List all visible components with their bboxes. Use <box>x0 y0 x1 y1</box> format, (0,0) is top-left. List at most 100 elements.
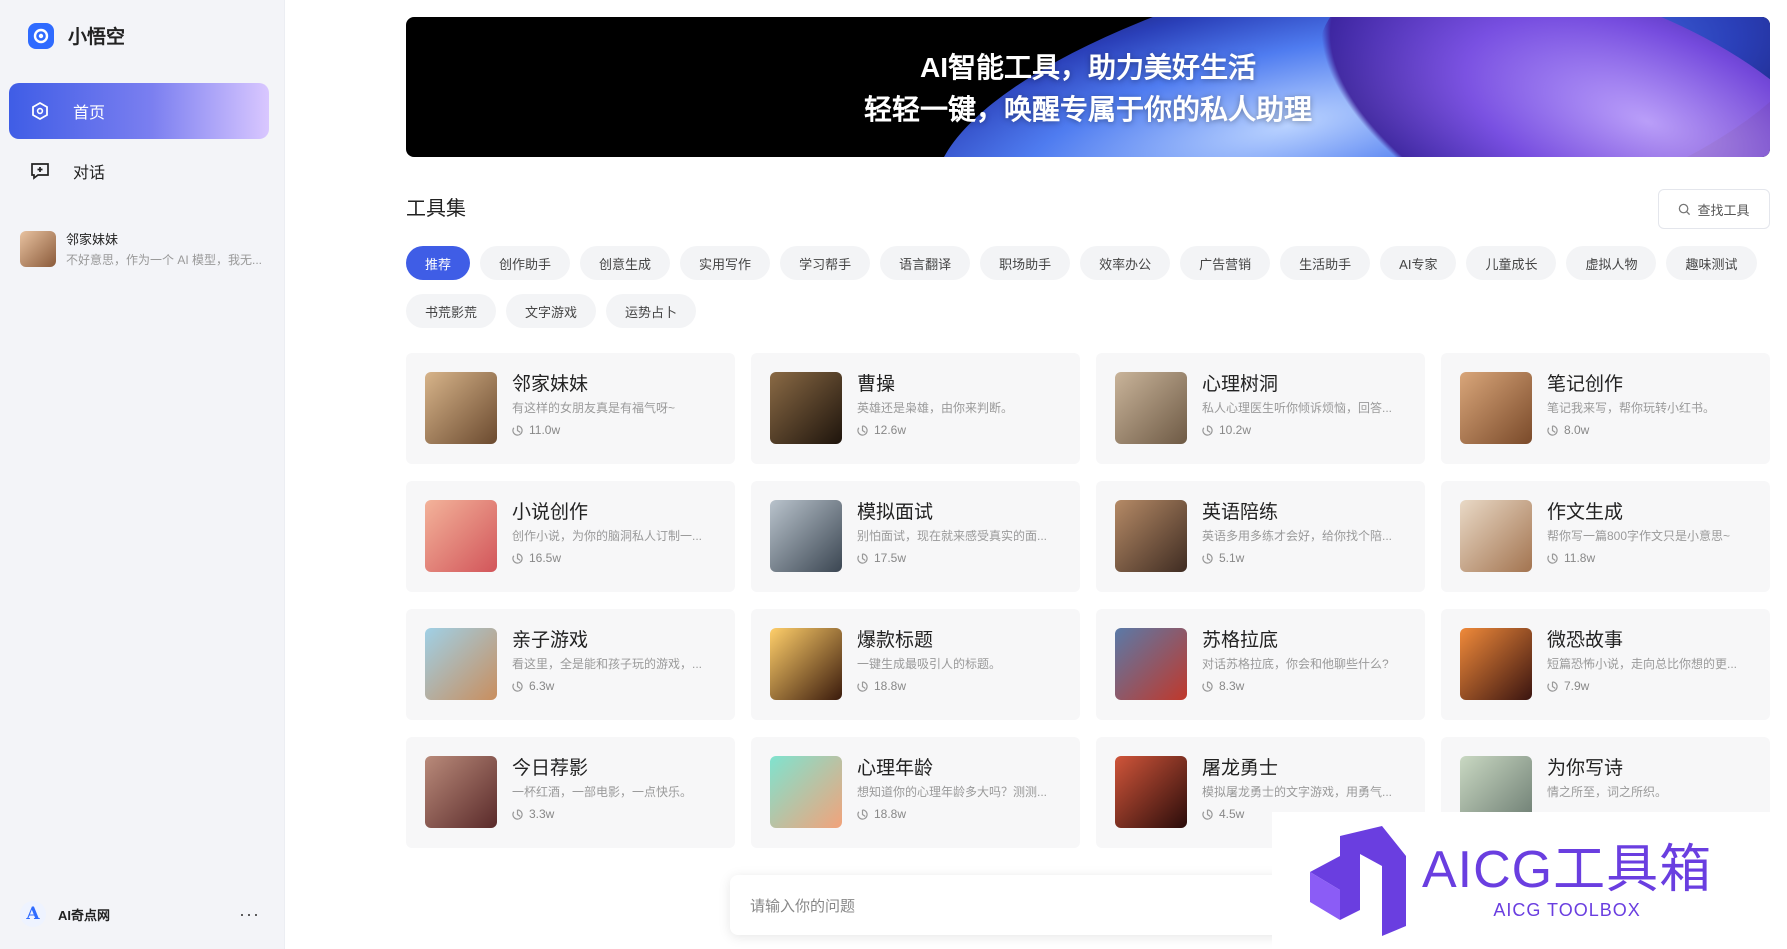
tag-6[interactable]: 职场助手 <box>980 246 1071 280</box>
tool-usage: 12.6w <box>857 423 1061 437</box>
tool-thumbnail <box>770 500 842 572</box>
tool-usage: 6.3w <box>512 679 716 693</box>
tool-info: 苏格拉底 对话苏格拉底，你会和他聊些什么? 8.3w <box>1202 628 1406 693</box>
tag-11[interactable]: 儿童成长 <box>1466 246 1557 280</box>
tool-usage-count: 11.0w <box>529 423 561 437</box>
tool-card[interactable]: 邻家妹妹 有这样的女朋友真是有福气呀~ 11.0w <box>406 353 735 464</box>
tool-name: 爆款标题 <box>857 630 934 651</box>
tool-description: 对话苏格拉底，你会和他聊些什么? <box>1202 657 1389 671</box>
tool-card[interactable]: 作文生成 帮你写一篇800字作文只是小意思~ 11.8w <box>1441 481 1770 592</box>
tag-16[interactable]: 运势占卜 <box>606 294 697 328</box>
tag-14[interactable]: 书荒影荒 <box>406 294 497 328</box>
usage-icon <box>857 680 868 692</box>
user-profile[interactable]: A AI奇点网 ··· <box>20 901 260 927</box>
tag-8[interactable]: 广告营销 <box>1180 246 1271 280</box>
tool-name: 作文生成 <box>1547 502 1624 523</box>
tool-info: 微恐故事 短篇恐怖小说，走向总比你想的更... 7.9w <box>1547 628 1751 693</box>
tool-card[interactable]: 亲子游戏 看这里，全是能和孩子玩的游戏，... 6.3w <box>406 609 735 720</box>
tool-grid: 邻家妹妹 有这样的女朋友真是有福气呀~ 11.0w 曹操英雄还是枭雄，由你来判断。 12… <box>406 353 1770 848</box>
tag-7[interactable]: 效率办公 <box>1080 246 1171 280</box>
tag-4[interactable]: 学习帮手 <box>780 246 871 280</box>
tool-description: 别怕面试，现在就来感受真实的面... <box>857 529 1048 543</box>
tag-0[interactable]: 推荐 <box>406 246 471 280</box>
tool-usage-count: 17.5w <box>874 551 907 565</box>
tool-name: 邻家妹妹 <box>512 374 589 395</box>
tool-thumbnail <box>425 372 497 444</box>
tool-card[interactable]: 苏格拉底 对话苏格拉底，你会和他聊些什么? 8.3w <box>1096 609 1425 720</box>
nav-home[interactable]: 首页 <box>9 83 269 139</box>
hexagon-icon <box>29 100 51 122</box>
user-avatar-icon: A <box>20 901 46 927</box>
more-icon[interactable]: ··· <box>239 904 260 925</box>
tool-card[interactable]: 笔记创作 笔记我来写，帮你玩转小红书。 8.0w <box>1441 353 1770 464</box>
tool-description: 帮你写一篇800字作文只是小意思~ <box>1547 529 1731 543</box>
tag-10[interactable]: AI专家 <box>1380 246 1457 280</box>
hero-banner[interactable]: AI智能工具，助力美好生活 轻轻一键，唤醒专属于你的私人助理 <box>406 17 1770 157</box>
tag-1[interactable]: 创作助手 <box>480 246 571 280</box>
usage-icon <box>1202 552 1213 564</box>
tool-name: 曹操 <box>857 374 896 395</box>
banner-line-2: 轻轻一键，唤醒专属于你的私人助理 <box>863 94 1312 125</box>
tool-description: 看这里，全是能和孩子玩的游戏，... <box>512 657 703 671</box>
tool-card[interactable]: 爆款标题 一键生成最吸引人的标题。 18.8w <box>751 609 1080 720</box>
tool-usage-count: 8.3w <box>1219 679 1245 693</box>
tool-info: 英语陪练 英语多用多练才会好，给你找个陪... 5.1w <box>1202 500 1406 565</box>
chat-input[interactable]: 请输入你的问题 <box>730 875 1300 935</box>
tool-description: 一杯红酒，一部电影，一点快乐。 <box>512 785 693 799</box>
usage-icon <box>857 808 868 820</box>
search-tool-button[interactable]: 查找工具 <box>1658 189 1770 229</box>
tag-5[interactable]: 语言翻译 <box>880 246 971 280</box>
tool-card[interactable]: 心理年龄想知道你的心理年龄多大吗？测测... 18.8w <box>751 737 1080 848</box>
usage-icon <box>1202 680 1213 692</box>
nav-chat[interactable]: 对话 <box>9 143 269 199</box>
tool-card[interactable]: 心理树洞 私人心理医生听你倾诉烦恼，回答... 10.2w <box>1096 353 1425 464</box>
tool-usage: 5.1w <box>1202 551 1406 565</box>
tool-info: 作文生成 帮你写一篇800字作文只是小意思~ 11.8w <box>1547 500 1751 565</box>
tool-card[interactable]: 今日荐影 一杯红酒，一部电影，一点快乐。 3.3w <box>406 737 735 848</box>
tool-usage: 11.0w <box>512 423 716 437</box>
tool-card[interactable]: 英语陪练 英语多用多练才会好，给你找个陪... 5.1w <box>1096 481 1425 592</box>
tag-15[interactable]: 文字游戏 <box>506 294 597 328</box>
tool-usage-count: 4.5w <box>1219 807 1245 821</box>
tool-description: 英雄还是枭雄，由你来判断。 <box>857 401 1014 415</box>
tool-description: 想知道你的心理年龄多大吗？测测... <box>857 785 1048 799</box>
usage-icon <box>512 808 523 820</box>
tool-card[interactable]: 曹操英雄还是枭雄，由你来判断。 12.6w <box>751 353 1080 464</box>
tool-thumbnail <box>1460 628 1532 700</box>
chat-add-icon <box>29 160 51 182</box>
tool-usage: 18.8w <box>857 807 1061 821</box>
tool-thumbnail <box>1460 372 1532 444</box>
tool-card[interactable]: 模拟面试别怕面试，现在就来感受真实的面... 17.5w <box>751 481 1080 592</box>
category-tags: 推荐 创作助手 创意生成 实用写作 学习帮手 语言翻译 职场助手 效率办公 广告营销 生活助手 AI… <box>406 246 1770 328</box>
tool-thumbnail <box>425 628 497 700</box>
tool-name: 英语陪练 <box>1202 502 1279 523</box>
tool-card[interactable]: 微恐故事 短篇恐怖小说，走向总比你想的更... 7.9w <box>1441 609 1770 720</box>
sidebar: 小悟空 首页 对话 邻家妹妹 不好意思，作为一个 AI 模型，我无... A A… <box>0 0 285 949</box>
recent-chat-title: 邻家妹妹 <box>66 232 119 247</box>
tool-card[interactable]: 小说创作 创作小说，为你的脑洞私人订制一... 16.5w <box>406 481 735 592</box>
tag-13[interactable]: 趣味测试 <box>1666 246 1757 280</box>
usage-icon <box>1202 808 1213 820</box>
search-icon <box>1679 203 1691 215</box>
tool-info: 曹操英雄还是枭雄，由你来判断。 12.6w <box>857 372 1061 437</box>
tool-thumbnail <box>1460 500 1532 572</box>
tool-name: 心理年龄 <box>857 758 934 779</box>
recent-chat-item[interactable]: 邻家妹妹 不好意思，作为一个 AI 模型，我无... <box>20 229 270 268</box>
tool-info: 心理树洞 私人心理医生听你倾诉烦恼，回答... 10.2w <box>1202 372 1406 437</box>
tool-name: 模拟面试 <box>857 502 934 523</box>
usage-icon <box>512 680 523 692</box>
user-name: AI奇点网 <box>58 907 111 923</box>
tool-usage-count: 3.3w <box>529 807 555 821</box>
brand[interactable]: 小悟空 <box>28 22 125 49</box>
tag-2[interactable]: 创意生成 <box>580 246 671 280</box>
tag-12[interactable]: 虚拟人物 <box>1566 246 1657 280</box>
tag-3[interactable]: 实用写作 <box>680 246 771 280</box>
tool-usage-count: 6.3w <box>529 679 555 693</box>
tool-thumbnail <box>770 756 842 828</box>
tool-usage: 16.5w <box>512 551 716 565</box>
tool-thumbnail <box>770 372 842 444</box>
tool-info: 笔记创作 笔记我来写，帮你玩转小红书。 8.0w <box>1547 372 1751 437</box>
tool-usage-count: 18.8w <box>874 679 907 693</box>
tag-9[interactable]: 生活助手 <box>1280 246 1371 280</box>
tool-usage: 7.9w <box>1547 679 1751 693</box>
